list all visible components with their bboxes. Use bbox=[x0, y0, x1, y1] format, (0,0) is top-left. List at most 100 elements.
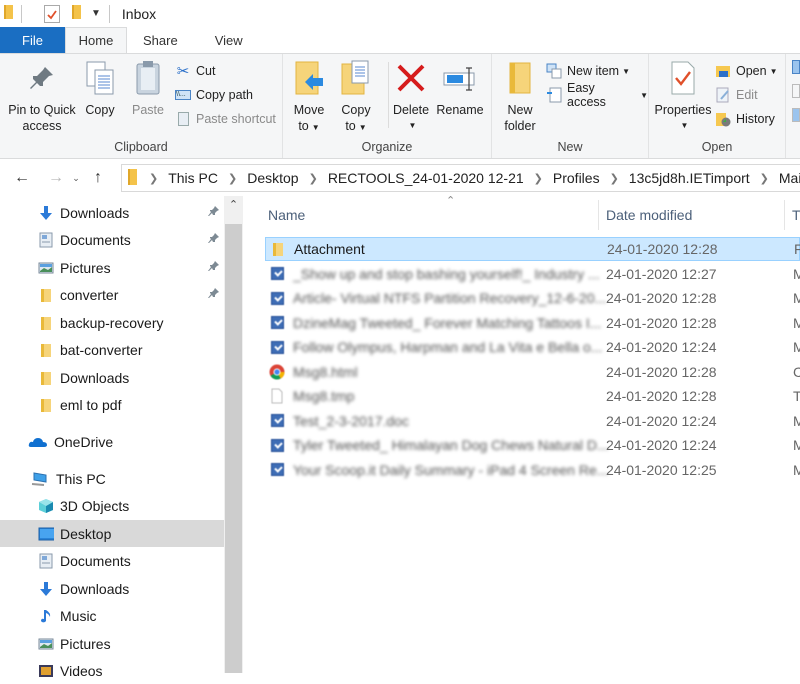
nav-item-music[interactable]: Music bbox=[0, 602, 224, 629]
copy-to-button[interactable]: Copy to ▼ bbox=[338, 58, 374, 136]
chevron-right-icon[interactable]: ❯ bbox=[228, 172, 237, 185]
nav-item-pictures[interactable]: Pictures bbox=[0, 630, 224, 657]
new-folder-icon bbox=[502, 58, 538, 98]
nav-item-label: Pictures bbox=[60, 259, 111, 276]
nav-item-pictures[interactable]: Pictures bbox=[0, 254, 224, 281]
nav-item-eml-to-pdf[interactable]: eml to pdf bbox=[0, 391, 224, 418]
scroll-up-icon[interactable]: ⌃ bbox=[224, 198, 243, 211]
chevron-right-icon[interactable]: ❯ bbox=[760, 172, 769, 185]
select-all-icon[interactable] bbox=[792, 60, 800, 74]
nav-item-converter[interactable]: converter bbox=[0, 281, 224, 308]
back-button[interactable]: ← bbox=[9, 169, 35, 187]
nav-item-downloads[interactable]: Downloads bbox=[0, 364, 224, 391]
file-row[interactable]: _Show up and stop bashing yourself!_ Ind… bbox=[265, 262, 800, 286]
nav-item-bat-converter[interactable]: bat-converter bbox=[0, 336, 224, 363]
file-row[interactable]: Your Scoop.it Daily Summary - iPad 4 Scr… bbox=[265, 458, 800, 482]
pin-to-quick-access-button[interactable]: Pin to Quick access bbox=[6, 58, 78, 134]
history-button[interactable]: History bbox=[715, 108, 775, 130]
tab-file[interactable]: File bbox=[0, 27, 65, 53]
column-header-type[interactable]: Ty bbox=[792, 196, 800, 234]
breadcrumb-desktop[interactable]: Desktop bbox=[247, 170, 298, 186]
forward-button[interactable]: → bbox=[43, 169, 69, 187]
properties-button[interactable]: Properties ▼ bbox=[654, 58, 712, 134]
column-divider[interactable] bbox=[598, 200, 599, 230]
nav-item-documents[interactable]: Documents bbox=[0, 547, 224, 574]
column-divider[interactable] bbox=[784, 200, 785, 230]
tab-home[interactable]: Home bbox=[65, 27, 127, 53]
nav-item-label: Desktop bbox=[60, 525, 112, 542]
nav-item-desktop[interactable]: Desktop bbox=[0, 520, 224, 547]
rename-button[interactable]: Rename bbox=[436, 58, 484, 118]
breadcrumb-ietimport[interactable]: 13c5jd8h.IETimport bbox=[629, 170, 750, 186]
nav-item-label: backup-recovery bbox=[60, 314, 164, 331]
clipboard-group-label: Clipboard bbox=[114, 140, 168, 154]
nav-item-backup-recovery[interactable]: backup-recovery bbox=[0, 309, 224, 336]
delete-button[interactable]: Delete ▼ bbox=[393, 58, 429, 134]
address-bar[interactable]: ❯ This PC ❯ Desktop ❯ RECTOOLS_24-01-202… bbox=[121, 164, 800, 192]
new-item-button[interactable]: New item ▼ bbox=[546, 60, 630, 82]
chevron-right-icon[interactable]: ❯ bbox=[309, 172, 318, 185]
up-button[interactable]: ↑ bbox=[85, 169, 111, 187]
tab-share[interactable]: Share bbox=[127, 27, 195, 53]
copy-path-button[interactable]: \\... Copy path bbox=[175, 84, 253, 106]
file-row[interactable]: Attachment 24-01-2020 12:28 Fi bbox=[265, 237, 800, 261]
column-header-name[interactable]: Name ⌃ bbox=[268, 195, 598, 234]
file-row[interactable]: Tyler Tweeted_ Himalayan Dog Chews Natur… bbox=[265, 433, 800, 457]
nav-item-3d-objects[interactable]: 3D Objects bbox=[0, 492, 224, 519]
breadcrumb-rectools[interactable]: RECTOOLS_24-01-2020 12-21 bbox=[328, 170, 524, 186]
open-button[interactable]: Open ▼ bbox=[715, 60, 778, 82]
nav-item-videos[interactable]: Videos bbox=[0, 657, 224, 684]
desktop-icon bbox=[38, 526, 54, 542]
paste-button[interactable]: Paste bbox=[128, 58, 168, 118]
edit-button[interactable]: Edit bbox=[715, 84, 758, 106]
move-to-button[interactable]: Move to ▼ bbox=[291, 58, 327, 136]
chevron-right-icon[interactable]: ❯ bbox=[534, 172, 543, 185]
file-name: Article- Virtual NTFS Partition Recovery… bbox=[293, 290, 607, 306]
chevron-right-icon[interactable]: ❯ bbox=[610, 172, 619, 185]
open-group: Properties ▼ Open ▼ Edit History Open bbox=[649, 54, 786, 158]
easy-access-button[interactable]: Easy access ▼ bbox=[546, 81, 648, 109]
breadcrumb-this-pc[interactable]: This PC bbox=[168, 170, 218, 186]
scrollbar-thumb[interactable] bbox=[225, 224, 242, 673]
nav-item-documents[interactable]: Documents bbox=[0, 226, 224, 253]
divider bbox=[21, 4, 22, 23]
nav-item-onedrive[interactable]: OneDrive bbox=[0, 428, 224, 455]
nav-item-this-pc[interactable]: This PC bbox=[0, 465, 224, 492]
file-row[interactable]: Follow Olympus, Harpman and La Vita e Be… bbox=[265, 335, 800, 359]
new-folder-button[interactable]: New folder bbox=[500, 58, 540, 134]
nav-item-label: OneDrive bbox=[54, 433, 114, 450]
folder-icon bbox=[38, 342, 54, 358]
download-arrow-icon bbox=[38, 205, 54, 221]
file-date-modified: 24-01-2020 12:28 bbox=[606, 363, 717, 380]
select-group-partial bbox=[792, 60, 800, 130]
breadcrumb-profiles[interactable]: Profiles bbox=[553, 170, 600, 186]
column-header-date-modified[interactable]: Date modified bbox=[606, 196, 692, 234]
nav-item-downloads[interactable]: Downloads bbox=[0, 199, 224, 226]
clipboard-paste-icon bbox=[130, 58, 166, 98]
new-folder-icon[interactable] bbox=[72, 5, 81, 22]
file-row[interactable]: Test_2-3-2017.doc 24-01-2020 12:24 M bbox=[265, 409, 800, 433]
file-row[interactable]: Msg8.tmp 24-01-2020 12:28 T bbox=[265, 384, 800, 408]
copy-button[interactable]: Copy bbox=[82, 58, 118, 118]
invert-selection-icon[interactable] bbox=[792, 108, 800, 122]
file-name: DzineMag Tweeted_ Forever Matching Tatto… bbox=[293, 314, 602, 331]
nav-item-label: This PC bbox=[56, 470, 106, 487]
nav-pane-scrollbar[interactable]: ⌃ bbox=[224, 196, 243, 673]
nav-item-downloads[interactable]: Downloads bbox=[0, 575, 224, 602]
file-row[interactable]: Article- Virtual NTFS Partition Recovery… bbox=[265, 286, 800, 310]
tab-view[interactable]: View bbox=[195, 27, 260, 53]
properties-icon[interactable] bbox=[44, 4, 60, 23]
paste-shortcut-button[interactable]: Paste shortcut bbox=[175, 108, 276, 130]
file-type: M bbox=[793, 314, 800, 331]
dropdown-caret-icon: ▼ bbox=[358, 123, 367, 132]
breadcrumb-mail[interactable]: Mail bbox=[779, 170, 800, 186]
recent-locations-button[interactable]: ⌄ bbox=[69, 173, 83, 184]
file-name: _Show up and stop bashing yourself!_ Ind… bbox=[293, 265, 600, 282]
select-none-icon[interactable] bbox=[792, 84, 800, 98]
cut-button[interactable]: ✂ Cut bbox=[175, 60, 216, 82]
file-row[interactable]: DzineMag Tweeted_ Forever Matching Tatto… bbox=[265, 311, 800, 335]
mail-message-icon bbox=[269, 266, 285, 282]
file-row[interactable]: Msg8.html 24-01-2020 12:28 C bbox=[265, 360, 800, 384]
customize-dropdown-icon[interactable]: ▼ bbox=[91, 8, 101, 19]
chevron-right-icon[interactable]: ❯ bbox=[149, 172, 158, 185]
